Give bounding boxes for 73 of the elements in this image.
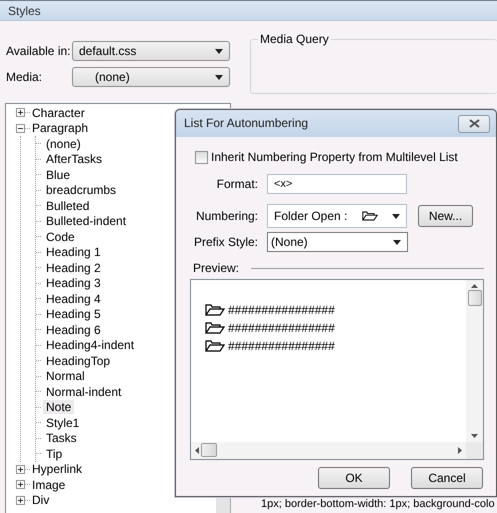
format-label: Format:	[216, 177, 259, 192]
caret-icon	[393, 240, 401, 245]
tree-item[interactable]: Div	[32, 493, 50, 508]
tree-item[interactable]: Heading 4	[43, 292, 104, 306]
tree-item[interactable]: AfterTasks	[43, 152, 106, 166]
tree-item[interactable]: HeadingTop	[43, 354, 114, 368]
window-title: Styles	[0, 1, 497, 21]
tree-item[interactable]: (none)	[43, 136, 84, 151]
tree-item[interactable]: Heading4-indent	[43, 338, 138, 352]
preview-label: Preview:	[193, 261, 240, 276]
scrollbar-corner	[466, 442, 483, 459]
tree-item[interactable]: Bulleted-indent	[43, 214, 130, 228]
media-dropdown[interactable]: (none)	[72, 67, 230, 87]
caret-icon	[392, 214, 400, 219]
inherit-checkbox[interactable]	[195, 150, 208, 164]
folder-icon	[205, 322, 225, 334]
ok-button[interactable]: OK	[318, 466, 390, 489]
expand-icon[interactable]	[16, 108, 25, 118]
properties-text: 1px; border-bottom-width: 1px; background-colo	[261, 497, 495, 512]
folder-icon	[205, 304, 225, 316]
scroll-right-icon[interactable]	[458, 446, 462, 454]
available-in-label: Available in:	[6, 44, 72, 58]
numbering-dropdown[interactable]: Folder Open :	[267, 204, 407, 228]
vertical-scrollbar[interactable]	[466, 280, 483, 442]
expand-icon[interactable]	[16, 496, 25, 505]
scroll-left-icon[interactable]	[195, 446, 199, 454]
folder-icon	[362, 210, 378, 222]
prefix-style-label: Prefix Style:	[192, 235, 259, 250]
expand-icon[interactable]	[16, 464, 25, 474]
tree-item[interactable]: Blue	[43, 168, 74, 182]
scroll-down-icon[interactable]	[471, 434, 478, 438]
tree-item[interactable]: Tasks	[43, 431, 80, 446]
tree-item[interactable]: Heading 6	[43, 322, 104, 337]
caret-icon	[215, 74, 223, 80]
tree-item[interactable]: Tip	[43, 446, 66, 461]
scrollbar-thumb[interactable]	[201, 443, 217, 458]
media-label: Media:	[6, 70, 44, 84]
tree-item[interactable]: Normal-indent	[43, 384, 124, 399]
margin-strip	[216, 497, 231, 513]
cancel-button[interactable]: Cancel	[411, 466, 483, 489]
tree-item[interactable]: Bulleted	[43, 198, 92, 213]
dialog-title: List For Autonumbering	[184, 116, 308, 131]
tree-item[interactable]: Heading 5	[43, 307, 104, 322]
numbering-label: Numbering:	[194, 209, 259, 224]
prefix-style-dropdown[interactable]: (None)	[267, 232, 408, 252]
caret-icon	[215, 48, 223, 54]
tree-item[interactable]: Image	[32, 478, 66, 492]
tree-item[interactable]: Paragraph	[32, 121, 88, 136]
preview-line: ################	[228, 302, 335, 317]
close-button[interactable]	[458, 114, 490, 132]
tree-item[interactable]: Note	[43, 400, 74, 414]
tree-item[interactable]: Heading 2	[43, 260, 104, 275]
tree-item[interactable]: breadcrumbs	[43, 183, 120, 198]
scrollbar-thumb[interactable]	[468, 290, 482, 306]
tree-item[interactable]: Style1	[43, 416, 82, 430]
available-in-dropdown[interactable]: default.css	[72, 41, 230, 61]
tree-item[interactable]: Character	[32, 106, 85, 120]
tree-item[interactable]: Heading 3	[43, 276, 104, 290]
tree-item[interactable]: Hyperlink	[32, 462, 82, 476]
tree-item[interactable]: Code	[43, 230, 78, 244]
tree-item[interactable]: Normal	[43, 369, 88, 384]
preview-line: ################	[228, 320, 335, 335]
close-icon	[468, 119, 480, 128]
horizontal-scrollbar[interactable]	[191, 442, 466, 459]
tree-item[interactable]: Heading 1	[43, 245, 104, 260]
preview-line: ################	[228, 338, 335, 353]
format-field[interactable]: <x>	[267, 174, 407, 194]
collapse-icon[interactable]	[16, 124, 25, 133]
inherit-label: Inherit Numbering Property from Multilevel List	[211, 150, 458, 164]
expand-icon[interactable]	[16, 480, 25, 490]
media-query-label: Media Query	[258, 32, 331, 46]
folder-icon	[205, 340, 225, 352]
new-button[interactable]: New...	[418, 205, 473, 228]
